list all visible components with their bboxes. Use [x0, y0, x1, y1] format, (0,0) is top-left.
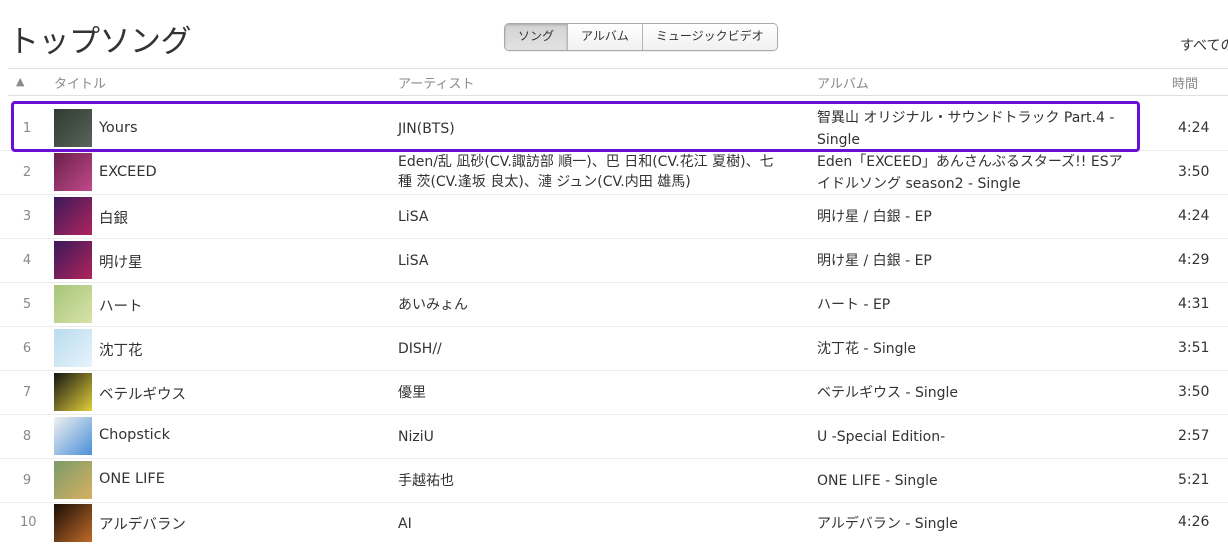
track-number: 2	[22, 165, 32, 180]
song-album[interactable]: ベテルギウス - Single	[817, 382, 1137, 404]
table-row[interactable]: 7 ベテルギウス 優里 ベテルギウス - Single 3:50	[0, 371, 1228, 415]
track-number: 4	[22, 253, 32, 268]
table-row[interactable]: 1 Yours JIN(BTS) 智異山 オリジナル・サウンドトラック Part…	[0, 107, 1228, 151]
song-artist[interactable]: 手越祐也	[398, 471, 798, 491]
track-number: 8	[22, 429, 32, 444]
tab-albums[interactable]: アルバム	[568, 24, 643, 50]
album-art	[54, 241, 92, 279]
sort-ascending-icon[interactable]: ▲	[16, 75, 24, 88]
table-row[interactable]: 5 ハート あいみょん ハート - EP 4:31	[0, 283, 1228, 327]
song-album[interactable]: U -Special Edition-	[817, 426, 1137, 448]
song-artist[interactable]: LiSA	[398, 251, 798, 271]
song-title[interactable]: 白銀	[99, 207, 128, 228]
song-duration: 3:50	[1178, 384, 1210, 400]
album-art	[54, 329, 92, 367]
album-art	[54, 285, 92, 323]
album-art	[54, 461, 92, 499]
album-art	[54, 417, 92, 455]
tab-songs[interactable]: ソング	[505, 24, 569, 50]
table-row[interactable]: 2 EXCEED Eden/乱 凪砂(CV.諏訪部 順一)、巴 日和(CV.花江…	[0, 151, 1228, 195]
track-number: 5	[22, 297, 32, 312]
song-album[interactable]: アルデバラン - Single	[817, 513, 1137, 535]
song-artist[interactable]: 優里	[398, 383, 798, 403]
song-artist[interactable]: あいみょん	[398, 295, 798, 315]
album-art	[54, 373, 92, 411]
track-number: 1	[22, 121, 32, 136]
track-number: 3	[22, 209, 32, 224]
album-art	[54, 504, 92, 542]
song-duration: 4:29	[1178, 252, 1210, 268]
song-album[interactable]: Eden「EXCEED」あんさんぶるスターズ!! ESアイドルソング seaso…	[817, 151, 1127, 195]
track-number: 9	[22, 473, 32, 488]
song-artist[interactable]: DISH//	[398, 339, 798, 359]
song-album[interactable]: 明け星 / 白銀 - EP	[817, 206, 1137, 228]
table-row[interactable]: 4 明け星 LiSA 明け星 / 白銀 - EP 4:29	[0, 239, 1228, 283]
song-artist[interactable]: AI	[398, 514, 798, 534]
track-number: 7	[22, 385, 32, 400]
track-number: 6	[22, 341, 32, 356]
track-number: 10	[20, 515, 37, 530]
table-row[interactable]: 10 アルデバラン AI アルデバラン - Single 4:26	[0, 502, 1228, 545]
album-art	[54, 197, 92, 235]
song-title[interactable]: 沈丁花	[99, 339, 143, 360]
song-artist[interactable]: NiziU	[398, 427, 798, 447]
song-title[interactable]: アルデバラン	[99, 513, 186, 534]
page-title: トップソング	[8, 24, 192, 60]
table-row[interactable]: 9 ONE LIFE 手越祐也 ONE LIFE - Single 5:21	[0, 459, 1228, 503]
song-album[interactable]: 明け星 / 白銀 - EP	[817, 250, 1137, 272]
tab-music-videos[interactable]: ミュージックビデオ	[642, 24, 777, 50]
song-album[interactable]: ハート - EP	[817, 294, 1137, 316]
media-type-segmented-control: ソング アルバム ミュージックビデオ	[504, 23, 778, 51]
song-duration: 4:26	[1178, 514, 1210, 530]
table-row[interactable]: 3 白銀 LiSA 明け星 / 白銀 - EP 4:24	[0, 195, 1228, 239]
song-duration: 4:31	[1178, 296, 1210, 312]
song-artist[interactable]: JIN(BTS)	[398, 119, 798, 139]
song-title[interactable]: ベテルギウス	[99, 383, 186, 404]
song-album[interactable]: 沈丁花 - Single	[817, 338, 1137, 360]
song-title[interactable]: Chopstick	[99, 427, 170, 443]
song-duration: 4:24	[1178, 208, 1210, 224]
column-header-title[interactable]: タイトル	[54, 73, 106, 92]
song-duration: 3:51	[1178, 340, 1210, 356]
song-duration: 5:21	[1178, 472, 1210, 488]
table-row[interactable]: 6 沈丁花 DISH// 沈丁花 - Single 3:51	[0, 327, 1228, 371]
column-header-time[interactable]: 時間	[1172, 73, 1198, 92]
see-all-link[interactable]: すべての	[1180, 35, 1228, 55]
table-header: ▲ タイトル アーティスト アルバム 時間	[8, 68, 1228, 96]
song-duration: 2:57	[1178, 428, 1210, 444]
song-title[interactable]: EXCEED	[99, 164, 157, 180]
album-art	[54, 153, 92, 191]
song-duration: 4:24	[1178, 120, 1210, 136]
song-title[interactable]: ONE LIFE	[99, 471, 165, 487]
column-header-artist[interactable]: アーティスト	[398, 73, 474, 92]
table-row[interactable]: 8 Chopstick NiziU U -Special Edition- 2:…	[0, 415, 1228, 459]
song-album[interactable]: 智異山 オリジナル・サウンドトラック Part.4 - Single	[817, 107, 1137, 151]
song-title[interactable]: 明け星	[99, 251, 143, 272]
song-title[interactable]: ハート	[99, 295, 143, 316]
album-art	[54, 109, 92, 147]
song-duration: 3:50	[1178, 164, 1210, 180]
column-header-album[interactable]: アルバム	[817, 73, 869, 92]
song-album[interactable]: ONE LIFE - Single	[817, 470, 1137, 492]
song-artist[interactable]: LiSA	[398, 207, 798, 227]
song-artist[interactable]: Eden/乱 凪砂(CV.諏訪部 順一)、巴 日和(CV.花江 夏樹)、七種 茨…	[398, 152, 778, 192]
song-title[interactable]: Yours	[99, 120, 138, 136]
